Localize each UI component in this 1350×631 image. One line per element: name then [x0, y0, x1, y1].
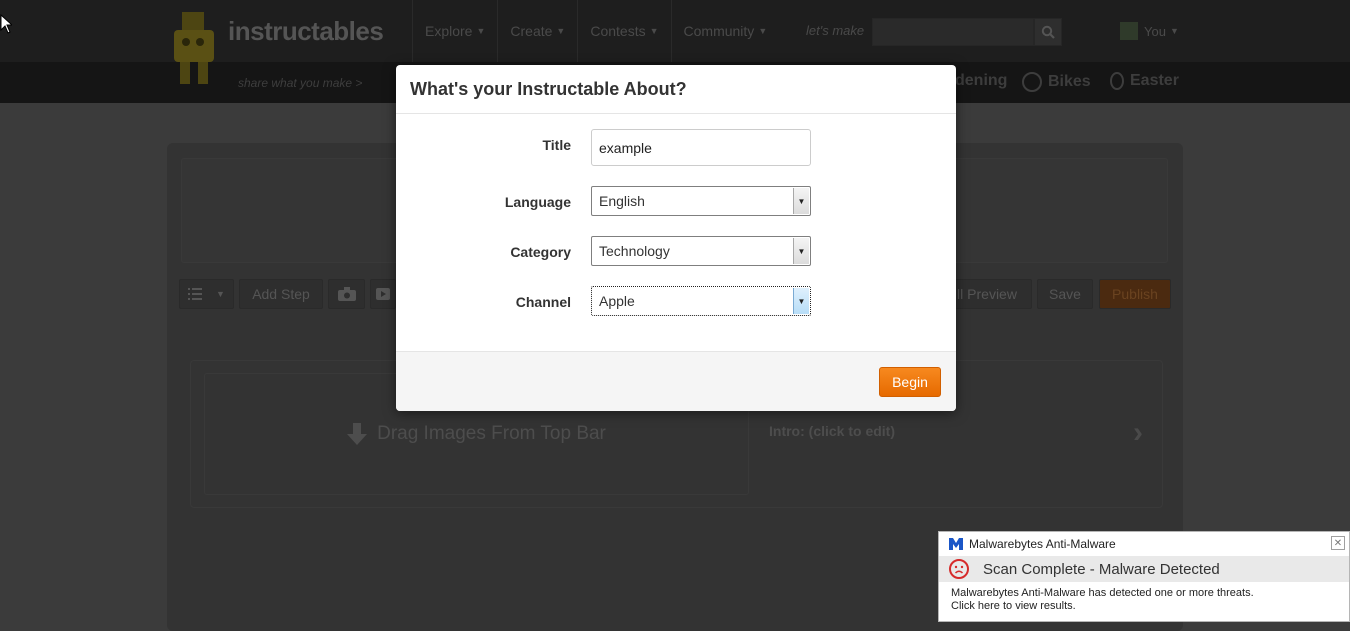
caret-down-icon: ▼	[1169, 26, 1179, 36]
notification-titlebar: Malwarebytes Anti-Malware	[939, 532, 1349, 556]
subbar-item-gardening[interactable]: dening	[955, 72, 1007, 90]
nav-community[interactable]: Community ▼	[670, 0, 780, 62]
tagline[interactable]: share what you make >	[238, 76, 362, 90]
list-view-button[interactable]: ▼	[179, 279, 234, 309]
dialog-title: What's your Instructable About?	[396, 65, 956, 114]
malwarebytes-notification[interactable]: Malwarebytes Anti-Malware ✕ Scan Complet…	[938, 531, 1350, 622]
language-select[interactable]: English ▼	[591, 186, 811, 216]
caret-down-icon: ▼	[556, 26, 566, 36]
nav-contests[interactable]: Contests ▼	[577, 0, 670, 62]
chevron-right-icon[interactable]: ›	[1133, 416, 1143, 450]
notification-body: Malwarebytes Anti-Malware has detected o…	[939, 582, 1349, 618]
category-label: Category	[510, 244, 571, 260]
search-input[interactable]	[872, 18, 1034, 46]
arrow-down-icon	[347, 423, 368, 445]
caret-down-icon: ▼	[649, 26, 659, 36]
close-icon[interactable]: ✕	[1331, 536, 1345, 550]
category-select[interactable]: Technology ▼	[591, 236, 811, 266]
dropdown-arrow-icon: ▼	[793, 288, 809, 314]
mouse-cursor-icon	[0, 14, 12, 34]
list-icon	[188, 288, 203, 300]
malwarebytes-logo-icon	[949, 538, 963, 550]
save-button[interactable]: Save	[1037, 279, 1093, 309]
begin-button[interactable]: Begin	[879, 367, 941, 397]
nav-explore[interactable]: Explore ▼	[412, 0, 497, 62]
bike-icon	[1022, 72, 1042, 92]
caret-down-icon: ▼	[758, 26, 768, 36]
publish-button[interactable]: Publish	[1099, 279, 1171, 309]
video-icon	[376, 288, 390, 300]
site-logo[interactable]: instructables	[228, 16, 384, 47]
dropdown-arrow-icon: ▼	[793, 238, 809, 264]
main-nav: Explore ▼ Create ▼ Contests ▼ Community ▼	[412, 0, 779, 62]
create-instructable-dialog: What's your Instructable About? Title La…	[396, 65, 956, 411]
add-video-button[interactable]	[370, 279, 396, 309]
channel-label: Channel	[515, 294, 571, 310]
add-step-button[interactable]: Add Step	[239, 279, 323, 309]
dialog-footer: Begin	[396, 351, 956, 411]
nav-create[interactable]: Create ▼	[497, 0, 577, 62]
avatar	[1120, 22, 1138, 40]
view-results-link[interactable]: Click here to view results.	[951, 600, 1337, 613]
notification-headline: Scan Complete - Malware Detected	[939, 556, 1349, 582]
title-input[interactable]	[591, 129, 811, 166]
subbar-item-bikes[interactable]: Bikes	[1022, 72, 1091, 92]
title-label: Title	[542, 137, 571, 153]
user-menu[interactable]: You ▼	[1120, 22, 1179, 40]
camera-icon	[337, 287, 356, 301]
robot-logo-icon	[174, 12, 214, 84]
search-button[interactable]	[1034, 18, 1062, 46]
language-label: Language	[504, 194, 571, 210]
channel-select[interactable]: Apple ▼	[591, 286, 811, 316]
search-icon	[1041, 25, 1055, 39]
intro-step-label[interactable]: Intro: (click to edit)	[769, 423, 895, 439]
lets-make-label: let's make	[806, 23, 865, 38]
dropdown-arrow-icon: ▼	[793, 188, 809, 214]
caret-down-icon: ▼	[476, 26, 486, 36]
egg-icon	[1110, 72, 1124, 90]
subbar-item-easter[interactable]: Easter	[1110, 72, 1179, 90]
sad-face-icon	[949, 559, 969, 579]
add-photo-button[interactable]	[328, 279, 365, 309]
caret-down-icon: ▼	[216, 289, 225, 299]
